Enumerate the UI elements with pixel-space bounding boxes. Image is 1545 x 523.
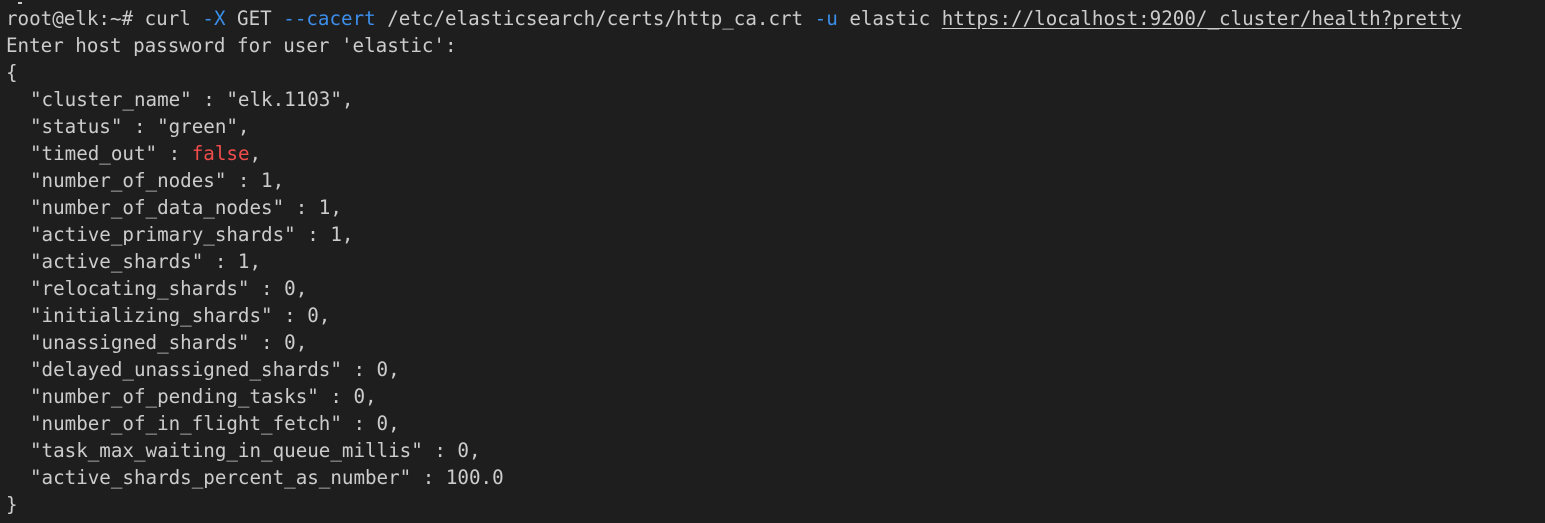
curl-command: curl: [144, 7, 203, 30]
json-line-cluster-name: "cluster_name" : "elk.1103",: [30, 88, 354, 111]
json-key-timed-out: "timed_out" :: [30, 142, 192, 165]
request-url-link[interactable]: https://localhost:9200/_cluster/health?p…: [942, 7, 1462, 30]
username: elastic: [837, 7, 942, 30]
json-open-brace: {: [6, 61, 18, 84]
json-close-brace: }: [6, 493, 18, 516]
shell-prompt: root@elk:~#: [6, 7, 145, 30]
json-boolean-value: false: [191, 142, 250, 165]
json-line-unassigned-shards: "unassigned_shards" : 0,: [30, 331, 308, 354]
cert-path: /etc/elasticsearch/certs/http_ca.crt: [375, 7, 815, 30]
json-line-number-of-in-flight-fetch: "number_of_in_flight_fetch" : 0,: [30, 412, 400, 435]
method-flag: -X: [202, 7, 226, 30]
terminal-output[interactable]: root@elk:~# curl -X GET --cacert /etc/el…: [6, 2, 1541, 523]
json-line-delayed-unassigned-shards: "delayed_unassigned_shards" : 0,: [30, 358, 400, 381]
json-line-timed-out: "timed_out" : false,: [6, 140, 1541, 167]
cacert-flag: --cacert: [283, 7, 376, 30]
json-comma: ,: [249, 142, 262, 165]
json-line-task-max-waiting: "task_max_waiting_in_queue_millis" : 0,: [30, 439, 481, 462]
terminal-window[interactable]: { "terminal": { "command": { "prompt": "…: [0, 0, 1545, 523]
json-line-number-of-data-nodes: "number_of_data_nodes" : 1,: [30, 196, 342, 219]
http-method: GET: [225, 7, 284, 30]
json-line-active-shards: "active_shards" : 1,: [30, 250, 262, 273]
user-flag: -u: [814, 7, 838, 30]
json-line-status: "status" : "green",: [30, 115, 250, 138]
scrollback-artifact: [18, 2, 22, 4]
json-line-active-primary-shards: "active_primary_shards" : 1,: [30, 223, 354, 246]
json-line-active-shards-percent: "active_shards_percent_as_number" : 100.…: [30, 466, 504, 489]
json-line-initializing-shards: "initializing_shards" : 0,: [30, 304, 331, 327]
json-line-number-of-pending-tasks: "number_of_pending_tasks" : 0,: [30, 385, 377, 408]
password-prompt: Enter host password for user 'elastic':: [6, 34, 457, 57]
command-line: root@elk:~# curl -X GET --cacert /etc/el…: [6, 5, 1541, 32]
json-line-number-of-nodes: "number_of_nodes" : 1,: [30, 169, 285, 192]
json-line-relocating-shards: "relocating_shards" : 0,: [30, 277, 308, 300]
